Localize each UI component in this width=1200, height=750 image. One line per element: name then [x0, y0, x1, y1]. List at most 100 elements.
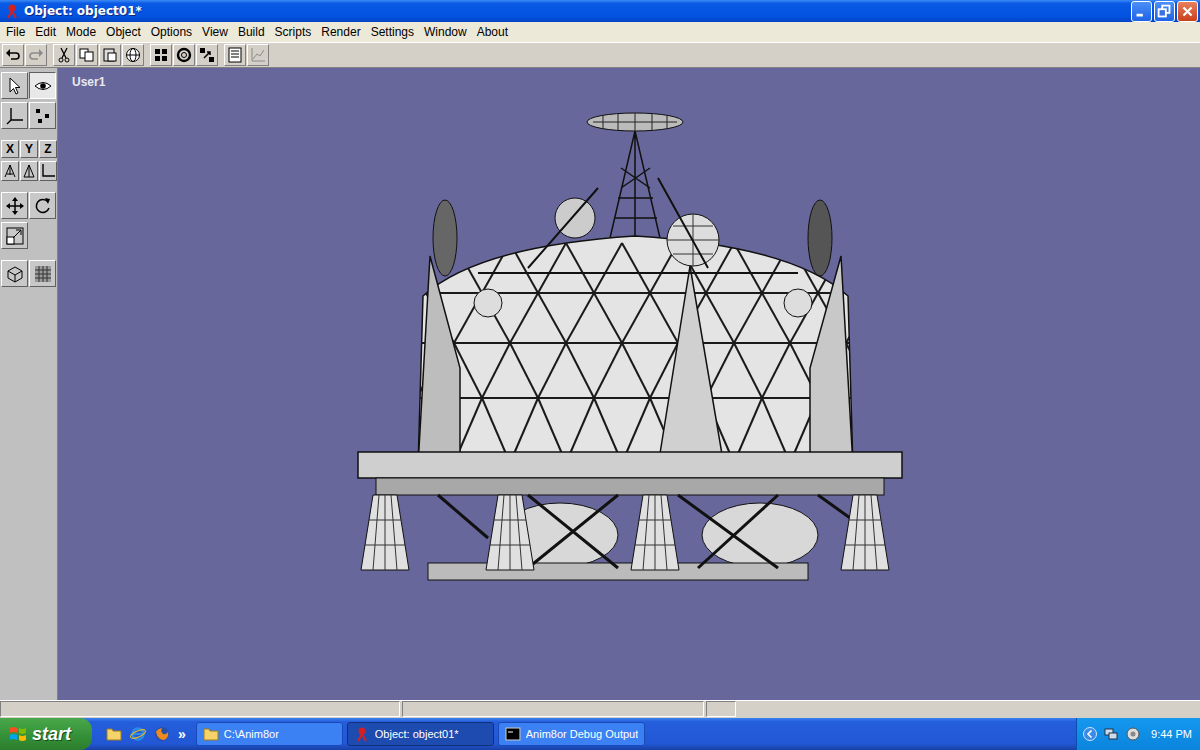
toolbar-group [53, 44, 144, 66]
quick-launch-button[interactable] [152, 724, 172, 744]
undo-icon [5, 47, 21, 63]
toolbar-group [2, 44, 47, 66]
menu-item[interactable]: About [472, 25, 513, 39]
folder-icon [106, 726, 122, 742]
taskbar: start » C:\Anim8or Object: object01* Ani… [0, 718, 1200, 750]
toolbox-row [1, 161, 57, 181]
restore-button[interactable] [1154, 1, 1175, 22]
toolbar-button[interactable] [2, 44, 24, 66]
toolbox-row [1, 222, 57, 249]
axes-icon [5, 106, 25, 126]
task-button[interactable]: Object: object01* [347, 722, 494, 746]
tool-button[interactable] [29, 260, 56, 287]
tool-button[interactable] [29, 72, 56, 99]
toolbar-button[interactable] [173, 44, 195, 66]
viewport[interactable]: User1 [58, 68, 1200, 700]
menu-item[interactable]: Settings [366, 25, 419, 39]
close-icon [1178, 2, 1197, 21]
title-bar[interactable]: Object: object01* [0, 0, 1200, 22]
quick-launch-button[interactable] [128, 724, 148, 744]
minimize-button[interactable] [1131, 1, 1152, 22]
status-panel [0, 701, 400, 717]
firefox-icon [154, 726, 170, 742]
restore-icon [1155, 2, 1174, 21]
constraint-button[interactable] [1, 161, 19, 181]
status-bar [0, 700, 1200, 718]
internet-explorer-icon [130, 726, 146, 742]
task-button[interactable]: Anim8or Debug Output [498, 722, 645, 746]
task-list: C:\Anim8or Object: object01* Anim8or Deb… [192, 722, 1076, 746]
toolbar-button[interactable] [99, 44, 121, 66]
menu-item[interactable]: File [1, 25, 30, 39]
menu-item[interactable]: Render [316, 25, 365, 39]
scale-icon [5, 226, 25, 246]
menu-item[interactable]: Options [146, 25, 197, 39]
copy-icon [79, 47, 95, 63]
tripod-icon [21, 163, 37, 179]
constraint-button[interactable] [20, 161, 38, 181]
rotate-icon [33, 196, 53, 216]
toolbar-button[interactable] [25, 44, 47, 66]
minimize-icon [1132, 2, 1151, 21]
tool-button[interactable] [29, 102, 56, 129]
tripod-icon [2, 163, 18, 179]
close-button[interactable] [1177, 1, 1198, 22]
tool-button[interactable] [29, 192, 56, 219]
snap-icon [199, 47, 215, 63]
tool-button[interactable] [1, 102, 28, 129]
toolbar-button[interactable] [122, 44, 144, 66]
axis-button[interactable]: Z [39, 140, 57, 158]
points-icon [33, 106, 53, 126]
arrow-icon [5, 76, 25, 96]
axis-button[interactable]: Y [20, 140, 38, 158]
menu-item[interactable]: View [197, 25, 233, 39]
axis-button[interactable]: X [1, 140, 19, 158]
show-hidden-icons-button[interactable] [1083, 727, 1097, 741]
window-title: Object: object01* [24, 4, 1131, 18]
tool-button[interactable] [1, 192, 28, 219]
spaceship-model [58, 68, 1200, 700]
ring-icon [176, 47, 192, 63]
constraint-button[interactable] [39, 161, 57, 181]
redo-icon [28, 47, 44, 63]
menu-item[interactable]: Mode [61, 25, 101, 39]
toolbox-row: XYZ [1, 140, 57, 158]
toolbar-button[interactable] [224, 44, 246, 66]
menu-item[interactable]: Object [101, 25, 146, 39]
network-icon[interactable] [1103, 726, 1119, 742]
graph-icon [250, 47, 266, 63]
menu-item[interactable]: Scripts [270, 25, 317, 39]
toolbar-button[interactable] [247, 44, 269, 66]
task-button[interactable]: C:\Anim8or [196, 722, 343, 746]
eye-icon [33, 76, 53, 96]
anim8or-window: Object: object01* FileEditModeObjectOpti… [0, 0, 1200, 718]
wireframe-icon [5, 264, 25, 284]
menu-item[interactable]: Edit [30, 25, 61, 39]
workspace: XYZ User1 [0, 68, 1200, 700]
quick-launch: » [92, 724, 192, 744]
menu-item[interactable]: Window [419, 25, 472, 39]
windows-logo-icon [8, 724, 28, 744]
anim8or-icon [354, 726, 370, 742]
quick-launch-more[interactable]: » [178, 726, 186, 742]
tool-button[interactable] [1, 222, 28, 249]
tool-button[interactable] [1, 72, 28, 99]
folder-icon [203, 726, 219, 742]
toolbar-group [150, 44, 218, 66]
anim8or-icon [4, 3, 20, 19]
quick-launch-button[interactable] [104, 724, 124, 744]
console-icon [505, 726, 521, 742]
clock[interactable]: 9:44 PM [1151, 728, 1192, 740]
menu-item[interactable]: Build [233, 25, 270, 39]
toolbar-button[interactable] [196, 44, 218, 66]
status-panel [402, 701, 704, 717]
start-button[interactable]: start [0, 718, 92, 750]
tool-button[interactable] [1, 260, 28, 287]
toolbar-button[interactable] [76, 44, 98, 66]
desktop: Object: object01* FileEditModeObjectOpti… [0, 0, 1200, 750]
points-icon [153, 47, 169, 63]
toolbar-button[interactable] [53, 44, 75, 66]
menu-bar: FileEditModeObjectOptionsViewBuildScript… [0, 22, 1200, 42]
volume-icon[interactable] [1125, 726, 1141, 742]
toolbar-button[interactable] [150, 44, 172, 66]
